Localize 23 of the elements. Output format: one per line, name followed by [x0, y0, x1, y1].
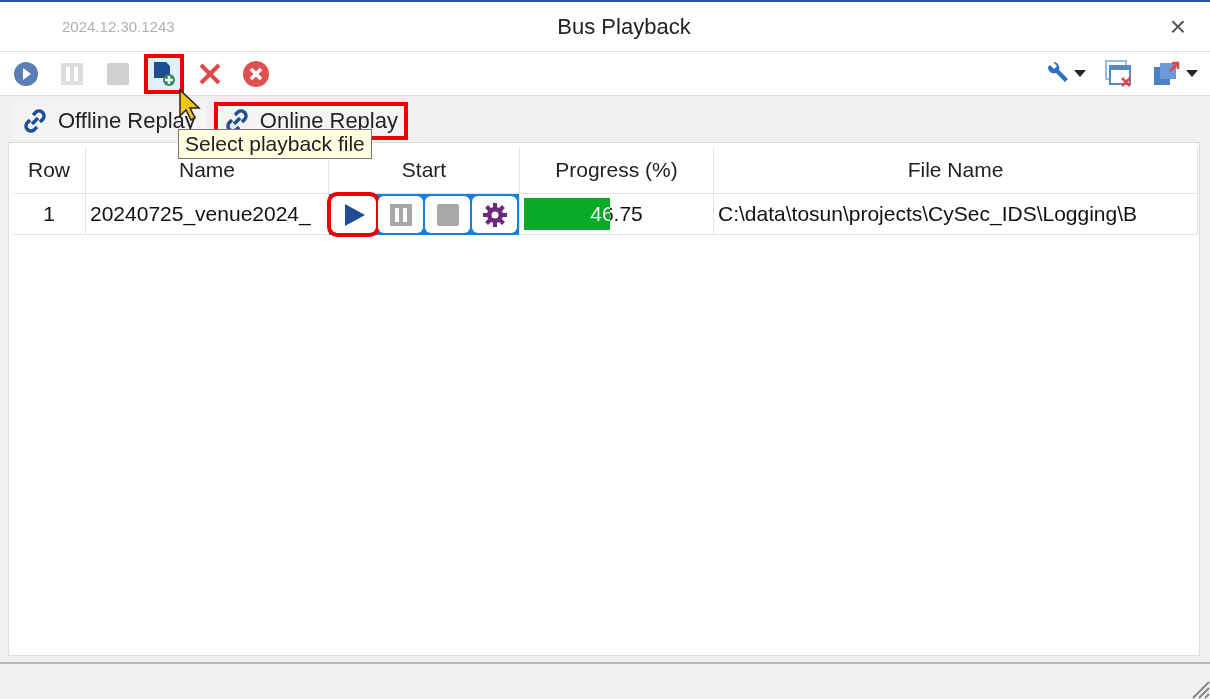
delete-icon	[198, 61, 222, 86]
gear-icon	[481, 201, 508, 228]
close-button[interactable]: ×	[1169, 10, 1186, 43]
add-file-button[interactable]	[146, 55, 182, 92]
column-header: File Name	[714, 147, 1198, 194]
stop-icon	[106, 61, 130, 86]
table-cell: C:\data\tosun\projects\CySec_IDS\Logging\B	[714, 194, 1198, 235]
version-label: 2024.12.30.1243	[62, 18, 176, 35]
table-cell: 1	[13, 194, 86, 235]
add-file-icon	[152, 60, 176, 87]
link-icon	[22, 108, 48, 134]
play-icon	[13, 60, 39, 87]
caret-icon	[1186, 70, 1198, 77]
column-header: Progress (%)	[520, 147, 714, 194]
pause-icon	[388, 202, 413, 227]
stop-icon	[435, 202, 460, 227]
caret-icon	[1074, 70, 1086, 77]
column-header: Row	[13, 147, 86, 194]
delete-all-icon	[242, 59, 270, 88]
window-title: Bus Playback	[557, 13, 691, 40]
pause-icon	[60, 61, 84, 86]
close-windows-icon	[1104, 58, 1134, 89]
settings-button[interactable]	[472, 196, 517, 233]
